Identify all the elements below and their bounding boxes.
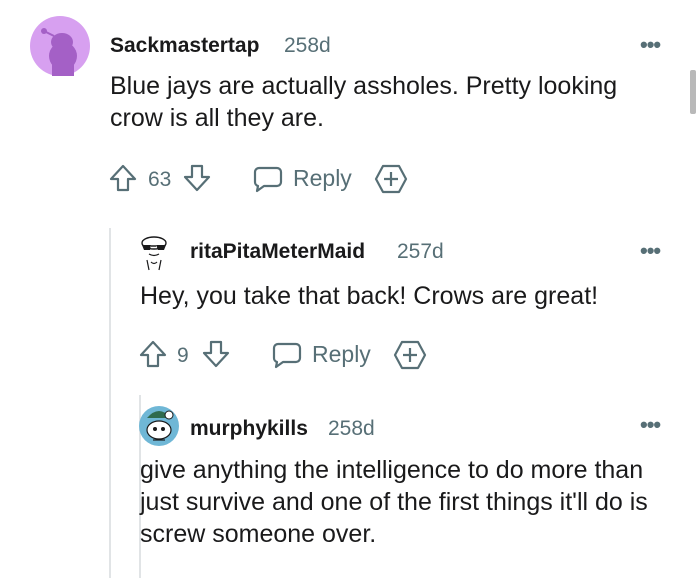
upvote-button[interactable] [108,163,138,193]
comment-bubble-icon [253,166,283,193]
comment-author[interactable]: Sackmastertap [110,34,259,58]
reply-button[interactable]: Reply [272,339,376,369]
comment-reply: ritaPitaMeterMaid 257d ••• Hey, you take… [0,220,700,390]
comment: Sackmastertap 258d ••• Blue jays are act… [0,0,700,210]
more-options-icon[interactable]: ••• [640,32,661,58]
comment-age: 257d [397,240,444,263]
downvote-icon [202,340,230,368]
comment-text: Blue jays are actually assholes. Pretty … [110,72,618,132]
sunglasses-avatar-icon [141,236,167,271]
award-icon [374,164,408,194]
vote-count: 63 [148,168,172,191]
comment-age: 258d [284,34,331,57]
comment-bubble-icon [272,342,302,369]
avatar[interactable] [30,16,90,76]
award-button[interactable] [393,339,427,371]
award-icon [393,340,427,370]
more-options-icon[interactable]: ••• [640,238,661,264]
comment-author[interactable]: ritaPitaMeterMaid [190,240,365,264]
vote-count: 9 [177,344,189,367]
snoo-avatar-icon [30,16,90,76]
upvote-icon [109,164,137,192]
reply-label: Reply [312,341,371,367]
comment-text: Hey, you take that back! Crows are great… [140,282,599,310]
more-options-icon[interactable]: ••• [640,412,661,438]
reply-label: Reply [293,165,352,191]
comment-text: give anything the intelligence to do mor… [140,456,648,548]
downvote-button[interactable] [201,339,231,369]
avatar[interactable] [139,406,179,446]
comment-reply: murphykills 258d ••• give anything the i… [0,400,700,578]
reply-button[interactable]: Reply [253,163,357,193]
upvote-button[interactable] [138,339,168,369]
comment-age: 258d [328,417,375,440]
downvote-icon [183,164,211,192]
award-button[interactable] [374,163,408,195]
downvote-button[interactable] [182,163,212,193]
upvote-icon [139,340,167,368]
avatar[interactable] [137,232,171,272]
blue-snoo-avatar-icon [139,406,179,446]
comment-author[interactable]: murphykills [190,417,308,441]
